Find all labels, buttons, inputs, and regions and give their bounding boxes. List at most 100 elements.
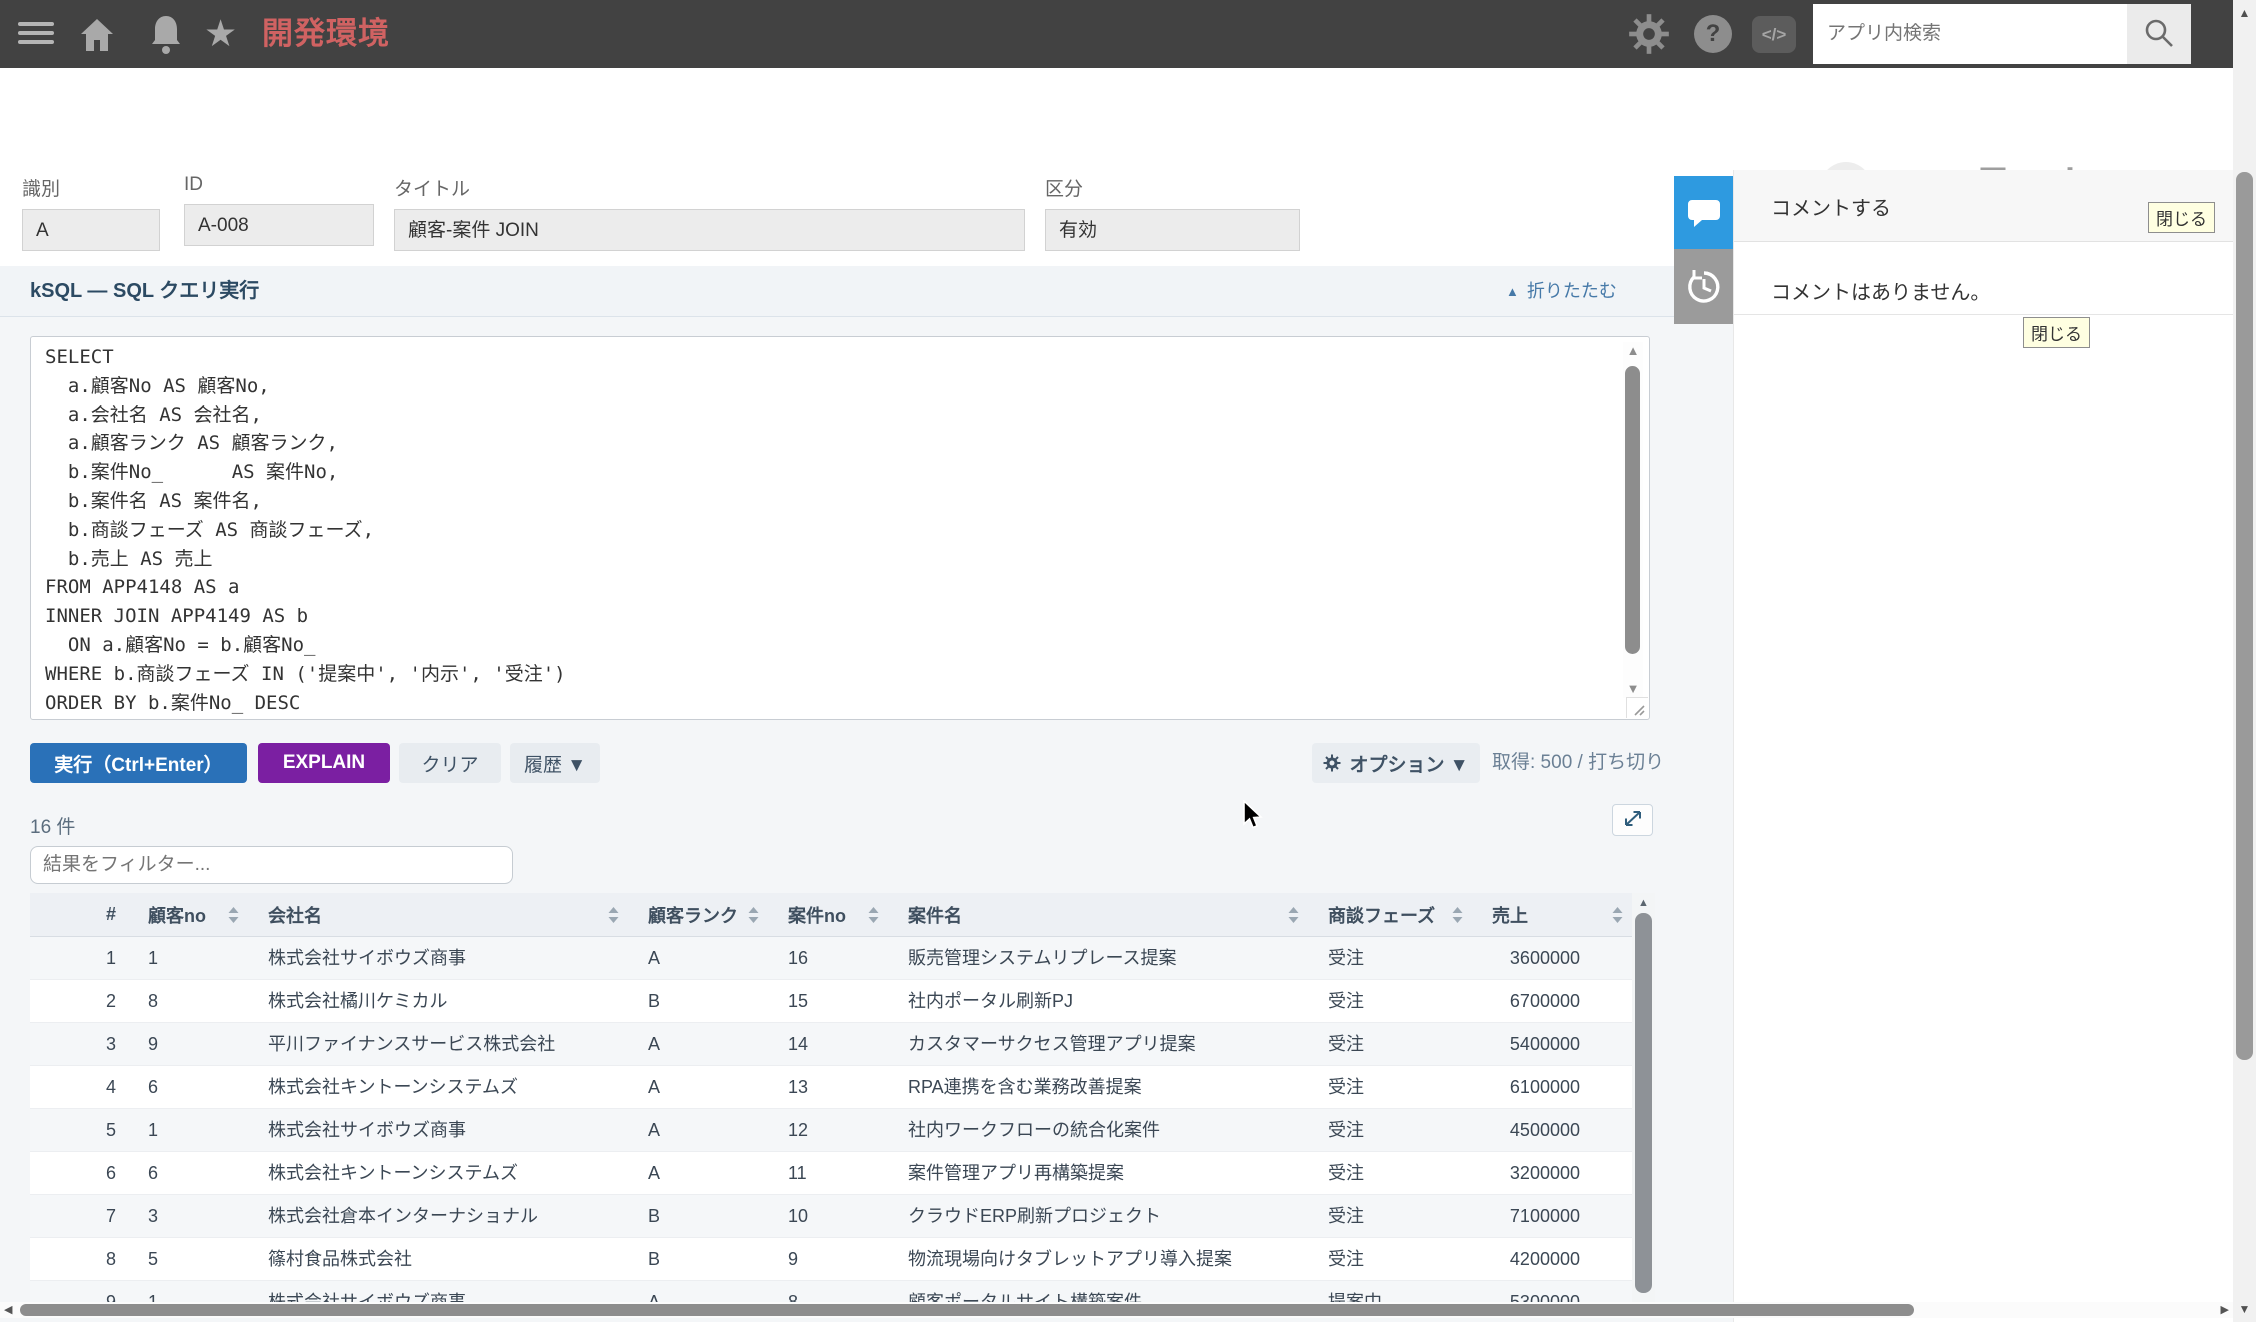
scrollbar-thumb[interactable] — [20, 1304, 1914, 1316]
sql-query-text[interactable]: SELECT a.顧客No AS 顧客No, a.会社名 AS 会社名, a.顧… — [45, 343, 566, 717]
column-header[interactable]: 顧客ランク — [628, 893, 768, 936]
fetch-limit-status: 取得: 500 / 打ち切り — [1492, 752, 1665, 773]
options-dropdown-button[interactable]: オプション ▼ — [1312, 743, 1480, 783]
table-cell: カスタマーサクセス管理アプリ提案 — [908, 1034, 1196, 1054]
scroll-up-arrow[interactable] — [2233, 6, 2256, 20]
results-table: # 顧客no 会社名 顧客ランク 案件no 案件名 商談フェーズ 売上 1 1 株式会社サイボウズ… — [30, 893, 1655, 1302]
run-query-button[interactable]: 実行（Ctrl+Enter） — [30, 743, 247, 783]
sort-icon[interactable] — [607, 906, 620, 924]
scroll-up-arrow[interactable] — [1632, 896, 1655, 910]
table-cell: 1 — [148, 1120, 159, 1140]
options-label: オプション ▼ — [1349, 754, 1469, 776]
column-header[interactable]: 案件no — [768, 893, 888, 936]
scrollbar-thumb[interactable] — [1635, 913, 1652, 1293]
table-cell: 15 — [788, 991, 809, 1011]
developer-code-icon[interactable] — [1752, 16, 1796, 53]
options-gear-icon — [1323, 754, 1341, 772]
table-cell: 4200000 — [1509, 1249, 1580, 1269]
collapse-section-link[interactable]: 折りたたむ — [1506, 266, 1617, 316]
scroll-down-arrow[interactable] — [2233, 1302, 2256, 1316]
clear-button[interactable]: クリア — [399, 743, 501, 783]
app-title[interactable]: 開発環境 — [262, 0, 390, 68]
scroll-down-arrow[interactable] — [1623, 682, 1643, 696]
column-header[interactable]: 売上 — [1472, 893, 1632, 936]
table-cell: B — [648, 1249, 661, 1269]
table-cell: 6 — [148, 1077, 159, 1097]
scrollbar-thumb[interactable] — [1625, 366, 1640, 654]
scroll-up-arrow[interactable] — [1623, 344, 1643, 358]
table-cell: A — [648, 1292, 661, 1302]
expand-results-button[interactable] — [1612, 804, 1653, 836]
table-cell: 受注 — [1328, 1249, 1364, 1269]
sort-icon[interactable] — [747, 906, 760, 924]
editor-scrollbar[interactable] — [1623, 342, 1643, 698]
history-dropdown-button[interactable]: 履歴 ▼ — [510, 743, 600, 783]
table-vertical-scrollbar[interactable] — [1632, 893, 1655, 1302]
hamburger-menu-icon[interactable] — [18, 22, 54, 48]
sort-icon[interactable] — [227, 906, 240, 924]
table-cell: 7100000 — [1509, 1206, 1580, 1226]
table-cell: A — [648, 1163, 661, 1183]
sort-icon[interactable] — [867, 906, 880, 924]
field-label: 区分 — [1045, 179, 1084, 200]
search-button[interactable] — [2127, 4, 2191, 64]
record-toolbar — [0, 68, 2233, 214]
field-value: 顧客-案件 JOIN — [394, 209, 1025, 251]
sql-editor[interactable]: SELECT a.顧客No AS 顧客No, a.会社名 AS 会社名, a.顧… — [30, 336, 1650, 720]
history-clock-icon — [1687, 269, 1719, 303]
table-cell: 5400000 — [1509, 1034, 1580, 1054]
scroll-right-arrow[interactable] — [2221, 1302, 2229, 1318]
table-cell: 社内ポータル刷新PJ — [908, 991, 1074, 1011]
expand-diagonal-icon — [1624, 810, 1641, 826]
scroll-left-arrow[interactable] — [4, 1302, 12, 1318]
comment-bubble-icon — [1687, 199, 1720, 227]
field-label: ID — [184, 174, 203, 195]
page-vertical-scrollbar[interactable] — [2233, 0, 2256, 1322]
help-icon[interactable] — [1694, 15, 1732, 53]
sort-icon[interactable] — [1611, 906, 1624, 924]
table-cell: 7 — [105, 1206, 116, 1226]
table-row: 5 1 株式会社サイボウズ商事 A 12 社内ワークフローの統合化案件 受注 4500000 — [30, 1109, 1655, 1152]
results-filter-input[interactable] — [30, 846, 513, 884]
table-cell: 8 — [788, 1292, 799, 1302]
table-cell: 3 — [105, 1034, 116, 1054]
explain-button[interactable]: EXPLAIN — [258, 743, 390, 783]
sort-icon[interactable] — [1287, 906, 1300, 924]
table-cell: 6 — [105, 1163, 116, 1183]
collapse-triangle-icon — [1506, 265, 1519, 317]
table-cell: 株式会社橘川ケミカル — [268, 991, 448, 1011]
column-header[interactable]: 案件名 — [888, 893, 1308, 936]
column-label: 売上 — [1492, 905, 1528, 926]
notifications-bell-icon[interactable] — [148, 14, 184, 56]
side-gap — [1674, 324, 1733, 1322]
table-cell: 受注 — [1328, 991, 1364, 1011]
results-table-body: 1 1 株式会社サイボウズ商事 A 16 販売管理システムリプレース提案 受注 3600000… — [30, 937, 1655, 1302]
sort-icon[interactable] — [1451, 906, 1464, 924]
column-header[interactable]: 商談フェーズ — [1308, 893, 1472, 936]
table-cell: B — [648, 1206, 661, 1226]
favorites-star-icon[interactable] — [204, 11, 237, 57]
table-cell: A — [648, 1120, 661, 1140]
tab-change-history[interactable] — [1674, 249, 1733, 324]
column-header[interactable]: 顧客no — [128, 893, 248, 936]
tab-comments[interactable] — [1674, 176, 1733, 249]
comments-panel: コメントする コメントはありません。 — [1733, 170, 2233, 1322]
in-app-search-input[interactable] — [1813, 4, 2127, 64]
table-row: 2 8 株式会社橘川ケミカル B 15 社内ポータル刷新PJ 受注 6700000 — [30, 980, 1655, 1023]
home-icon[interactable] — [78, 16, 116, 54]
results-table-head: # 顧客no 会社名 顧客ランク 案件no 案件名 商談フェーズ 売上 — [30, 893, 1655, 937]
scrollbar-thumb[interactable] — [2236, 172, 2253, 1060]
table-cell: 平川ファイナンスサービス株式会社 — [268, 1034, 556, 1054]
column-label: # — [105, 904, 116, 924]
column-header[interactable]: 会社名 — [248, 893, 628, 936]
table-cell: 1 — [148, 1292, 159, 1302]
admin-gear-icon[interactable] — [1628, 13, 1670, 55]
page-horizontal-scrollbar[interactable] — [0, 1302, 2233, 1318]
table-cell: 販売管理システムリプレース提案 — [908, 948, 1177, 968]
add-comment-link[interactable]: コメントする — [1771, 192, 1891, 221]
textarea-resize-grip[interactable] — [1626, 697, 1648, 718]
table-cell: 受注 — [1328, 1206, 1364, 1226]
table-cell: 顧客ポータルサイト構築案件 — [908, 1292, 1142, 1302]
field-id: ID A-008 — [184, 174, 374, 246]
table-cell: 株式会社キントーンシステムズ — [268, 1077, 519, 1097]
